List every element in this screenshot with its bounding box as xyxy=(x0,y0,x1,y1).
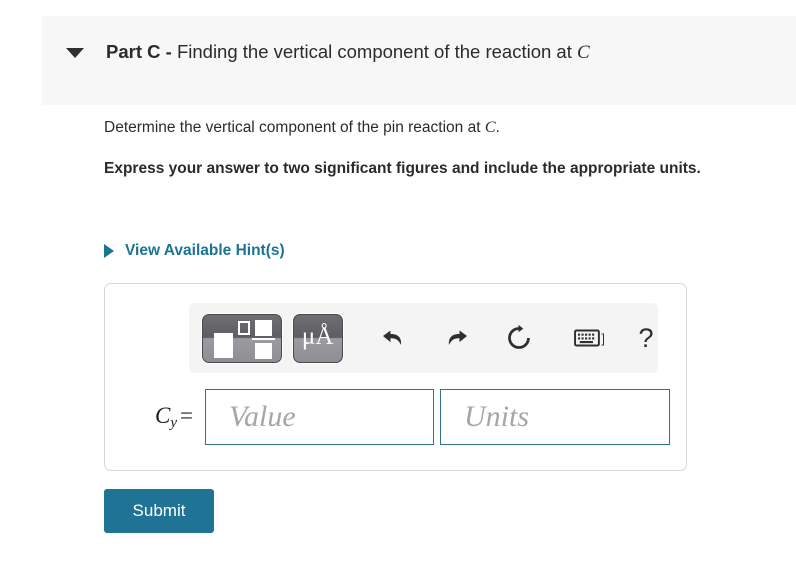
math-template-icon[interactable] xyxy=(202,313,282,363)
part-dash: - xyxy=(160,41,177,62)
part-collapse-toggle[interactable] xyxy=(60,47,90,58)
page-title: Part C - Finding the vertical component … xyxy=(106,41,590,64)
prompt-variable: C xyxy=(484,119,496,136)
answer-subscript: y xyxy=(170,414,178,431)
units-input[interactable]: Units xyxy=(440,389,670,445)
part-header-inner: Part C - Finding the vertical component … xyxy=(42,41,590,64)
template-box-small xyxy=(238,320,250,335)
answer-panel: μÅ ? Cy = Value Units xyxy=(104,283,687,471)
value-input-placeholder: Value xyxy=(229,400,296,433)
units-input-placeholder: Units xyxy=(464,400,530,433)
answer-instruction: Express your answer to two significant f… xyxy=(104,160,701,177)
reset-icon[interactable] xyxy=(502,321,536,355)
answer-equals: = xyxy=(180,402,193,428)
undo-icon[interactable] xyxy=(377,321,411,355)
question-body: Determine the vertical component of the … xyxy=(104,118,794,179)
svg-text:]: ] xyxy=(602,331,605,346)
answer-variable: C xyxy=(155,402,171,428)
part-description: Finding the vertical component of the re… xyxy=(176,41,577,62)
prompt-text: Determine the vertical component of the … xyxy=(104,119,485,136)
answer-variable-label: Cy = xyxy=(123,403,205,432)
template-fraction-bar xyxy=(252,337,275,340)
template-fraction-denominator xyxy=(255,342,272,359)
part-description-variable: C xyxy=(577,42,590,63)
answer-input-row: Cy = Value Units xyxy=(123,389,670,445)
keyboard-icon[interactable]: ] xyxy=(566,325,612,351)
prompt-period: . xyxy=(495,119,500,136)
question-prompt: Determine the vertical component of the … xyxy=(104,118,794,138)
part-label: Part C xyxy=(106,41,161,62)
caret-down-icon xyxy=(66,47,84,58)
redo-icon[interactable] xyxy=(439,321,473,355)
part-header: Part C - Finding the vertical component … xyxy=(42,16,796,105)
template-box-large xyxy=(214,332,233,358)
view-hints-link[interactable]: View Available Hint(s) xyxy=(104,242,285,260)
caret-right-icon xyxy=(104,244,114,258)
math-toolbar: μÅ ? xyxy=(189,303,658,373)
view-hints-label: View Available Hint(s) xyxy=(125,242,285,259)
submit-button[interactable]: Submit xyxy=(104,489,214,533)
micro-angstrom-icon[interactable]: μÅ xyxy=(292,313,343,363)
help-icon[interactable]: ? xyxy=(634,321,658,355)
value-input[interactable]: Value xyxy=(205,389,434,445)
template-fraction-numerator xyxy=(255,319,272,336)
